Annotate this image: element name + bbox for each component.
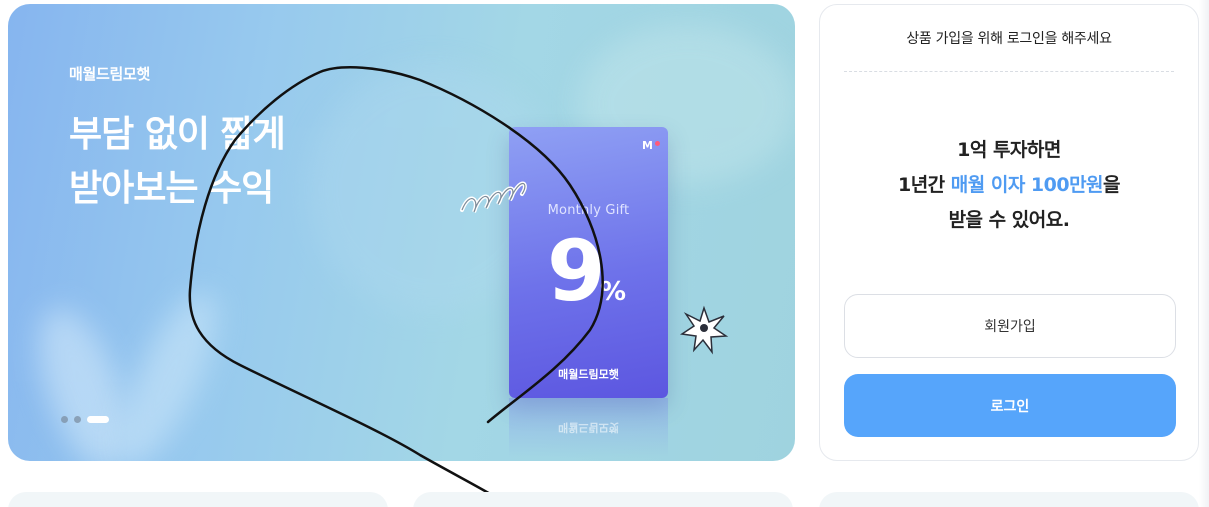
page-edge-shadow [1199, 0, 1209, 507]
carousel-dot[interactable] [74, 416, 81, 423]
hero-headline-line2: 받아보는 수익 [69, 168, 274, 209]
product-card[interactable] [819, 492, 1199, 507]
card-reflection: 매월드림모햇 [509, 398, 668, 458]
promo-line2-post: 을 [1103, 174, 1121, 196]
signup-button[interactable]: 회원가입 [844, 294, 1176, 358]
carousel-indicator [61, 416, 109, 423]
card-reflection-text: 매월드림모햇 [558, 421, 619, 434]
promo-line2: 1년간 매월 이자 100만원을 [820, 168, 1198, 203]
product-card[interactable] [8, 492, 388, 507]
hero-headline: 부담 없이 짧게 받아보는 수익 [69, 108, 286, 216]
hero-brand: 매월드림모햇 [69, 65, 151, 83]
login-panel: 상품 가입을 위해 로그인을 해주세요 1억 투자하면 1년간 매월 이자 10… [819, 4, 1199, 461]
carousel-dot[interactable] [61, 416, 68, 423]
promo-line3: 받을 수 있어요. [948, 209, 1070, 231]
card-logo-icon: M [642, 140, 660, 152]
promo-line1: 1억 투자하면 [957, 139, 1061, 161]
decor-blob [100, 280, 236, 461]
hero-banner[interactable]: 매월드림모햇 부담 없이 짧게 받아보는 수익 [8, 4, 795, 461]
gift-card: M Monthly Gift 9 % 매월드림모햇 [509, 127, 668, 398]
card-rate: 9 [547, 222, 606, 320]
card-brand: 매월드림모햇 [558, 368, 619, 381]
promo-highlight: 매월 이자 100만원 [950, 174, 1104, 196]
product-card[interactable] [413, 492, 793, 507]
card-percent: % [600, 277, 627, 307]
login-prompt: 상품 가입을 위해 로그인을 해주세요 [844, 5, 1174, 72]
card-subtitle: Monthly Gift [547, 203, 630, 218]
carousel-dot-active[interactable] [87, 416, 109, 423]
hero-headline-line1: 부담 없이 짧게 [69, 114, 286, 155]
promo-line2-pre: 1년간 [897, 174, 951, 196]
login-button[interactable]: 로그인 [844, 374, 1176, 437]
promo-message: 1억 투자하면 1년간 매월 이자 100만원을 받을 수 있어요. [820, 133, 1198, 238]
